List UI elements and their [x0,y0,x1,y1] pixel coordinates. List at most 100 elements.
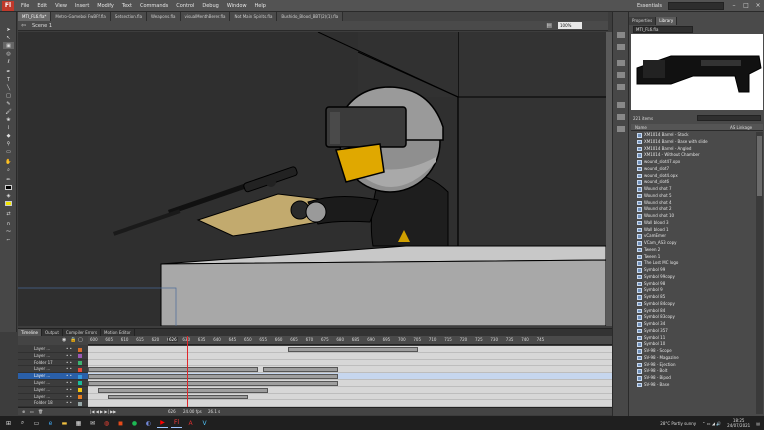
task-view-icon[interactable]: ▭ [31,419,42,428]
layer-visibility-toggles[interactable]: • • [66,360,72,367]
frame-span[interactable] [88,374,338,379]
library-item[interactable]: SV-98 - Base [631,382,755,389]
clock[interactable]: 18:25 24/07/2021 [727,418,750,428]
library-scrollbar[interactable] [756,132,763,414]
library-item[interactable]: SV-98 - Ejection [631,362,755,369]
tab-output[interactable]: Output [42,329,63,336]
tab-motion-editor[interactable]: Motion Editor [101,329,135,336]
layer-color-swatch[interactable] [78,354,82,359]
layer-color-swatch[interactable] [78,395,82,400]
tab-properties[interactable]: Properties [629,17,657,25]
frame-ruler[interactable]: 6006056106156206256306356406456506556606… [88,336,612,345]
discord-icon[interactable]: ◐ [143,419,154,428]
info-panel-icon[interactable] [617,72,625,78]
acrobat-icon[interactable]: A [185,419,196,428]
smooth-icon[interactable]: ⁓ [3,228,14,235]
layer-visibility-toggles[interactable]: • • [66,353,72,360]
layer-visibility-toggles[interactable]: • • [66,387,72,394]
stage-canvas[interactable] [18,32,606,326]
menu-insert[interactable]: Insert [71,3,93,9]
paint-bucket-tool-icon[interactable]: ◆ [3,132,14,139]
frame-row[interactable] [88,400,612,407]
frame-row[interactable] [88,373,612,380]
library-search-input[interactable] [697,115,761,121]
layer-color-swatch[interactable] [78,347,82,352]
doc-tab[interactable]: Bushido_Blood_BBT(2)(1).fla [277,12,344,21]
library-item[interactable]: Wound shot 7 [631,186,755,193]
zoom-tool-icon[interactable]: ⌕ [3,166,14,173]
pencil-tool-icon[interactable]: ✎ [3,100,14,107]
align-panel-icon[interactable] [617,60,625,66]
youtube-icon[interactable]: ▶ [157,419,168,428]
color-panel-icon[interactable] [617,32,625,38]
library-item[interactable]: Symbol 99 [631,267,755,274]
minimize-icon[interactable]: – [728,2,740,9]
library-item[interactable]: Symbol 10 [631,341,755,348]
swatches-panel-icon[interactable] [617,44,625,50]
column-linkage[interactable]: AS Linkage [730,124,752,131]
timeline-layer[interactable]: Layer ... • • [18,366,88,374]
menu-file[interactable]: File [17,3,33,9]
library-item[interactable]: wound_slot6 [631,179,755,186]
doc-tab[interactable]: Setsection.fla [110,12,148,21]
straighten-icon[interactable]: ⌐ [3,236,14,243]
library-item[interactable]: XM1014 Barrel - Base with slide [631,139,755,146]
fill-color-icon[interactable]: ◈ [3,192,14,199]
3d-rotation-tool-icon[interactable]: ◎ [3,50,14,57]
column-name[interactable]: Name [635,124,647,131]
transform-panel-icon[interactable] [617,84,625,90]
layer-color-swatch[interactable] [78,374,82,379]
playhead[interactable] [187,336,188,407]
frame-row[interactable] [88,353,612,360]
frame-row[interactable] [88,360,612,367]
free-transform-tool-icon[interactable]: ▣ [3,42,14,49]
menu-debug[interactable]: Debug [198,3,222,9]
library-item[interactable]: SV-98 - Magazine [631,355,755,362]
chrome-icon[interactable]: ◍ [101,419,112,428]
playback-controls[interactable]: |◀ ◀ ▶ ▶| ▶▶ [90,409,116,414]
frame-row[interactable] [88,366,612,374]
library-item[interactable]: SV-98 - Bolt [631,368,755,375]
edit-symbols-icon[interactable]: ▤ [546,22,552,29]
close-icon[interactable]: × [752,2,764,9]
tab-library[interactable]: Library [656,17,678,25]
menu-text[interactable]: Text [118,3,136,9]
line-tool-icon[interactable]: ╲ [3,84,14,91]
stroke-color-icon[interactable]: ✏ [3,176,14,183]
library-item[interactable]: Symbol 99copy [631,274,755,281]
notifications-icon[interactable]: ▤ [756,421,760,426]
layer-visibility-toggles[interactable]: • • [66,380,72,387]
start-icon[interactable]: ⊞ [3,419,14,428]
search-icon[interactable]: ⌕ [17,419,28,428]
frame-span[interactable] [263,367,338,373]
components-icon[interactable] [617,114,625,120]
library-item[interactable]: Wound shot 2 [631,206,755,213]
frame-span[interactable] [88,367,258,373]
library-item[interactable]: XM1014 Barrel - Angled [631,146,755,153]
delete-layer-icon[interactable]: 🗑 [38,409,43,414]
layer-visibility-toggles[interactable]: • • [66,346,72,353]
library-document-select[interactable]: MTI_FL6.fla [633,26,693,33]
library-item[interactable]: vCamEmer [631,233,755,240]
tab-timeline[interactable]: Timeline [18,329,43,336]
animate-icon[interactable]: Fl [171,419,182,428]
frame-rate[interactable]: 24.00 fps [183,409,202,414]
edge-icon[interactable]: e [45,419,56,428]
frame-span[interactable] [88,381,338,386]
deco-tool-icon[interactable]: ❀ [3,116,14,123]
library-item[interactable]: wound_slot47.opx [631,159,755,166]
weather-widget[interactable]: 28°C Partly sunny [660,421,696,426]
fill-swatch[interactable] [3,200,14,207]
timeline-layer[interactable]: Layer ... • • [18,380,88,387]
menu-window[interactable]: Window [223,3,251,9]
mail-icon[interactable]: ✉ [87,419,98,428]
tab-compiler-errors[interactable]: Compiler Errors [63,329,102,336]
library-item[interactable]: SV-98 - Bipod [631,375,755,382]
library-item[interactable]: Symbol 84 [631,308,755,315]
library-item[interactable]: wound_slot4.opx [631,173,755,180]
timeline-layer[interactable]: Layer ... • • [18,387,88,394]
menu-control[interactable]: Control [172,3,198,9]
current-frame-marker[interactable]: 626 [168,337,178,342]
timeline-layer[interactable]: Layer ... • • [18,373,88,380]
library-item[interactable]: The Lost MC logo [631,260,755,267]
